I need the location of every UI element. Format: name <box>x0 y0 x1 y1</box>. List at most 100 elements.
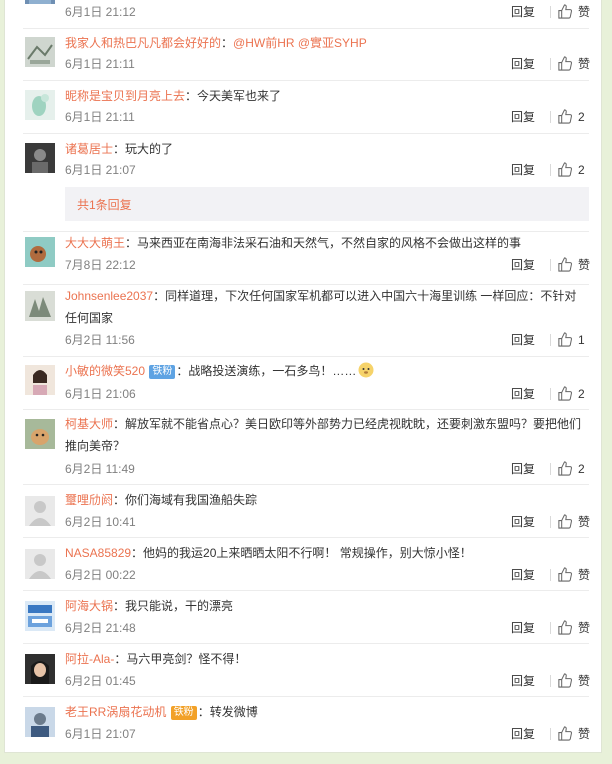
reply-button[interactable]: 回复 <box>511 460 535 478</box>
like-button[interactable]: 2 <box>557 460 591 478</box>
like-button[interactable]: 赞 <box>557 566 591 584</box>
avatar[interactable] <box>25 365 55 395</box>
reply-button[interactable]: 回复 <box>511 513 535 531</box>
like-button[interactable]: 赞 <box>557 672 591 690</box>
like-button[interactable]: 赞 <box>557 256 591 274</box>
comment-panel: 6月1日 21:12 回复 赞 我家人和热巴凡凡都会好好的：@HW前HR @實亚… <box>4 0 602 753</box>
avatar[interactable] <box>25 90 55 120</box>
reply-button[interactable]: 回复 <box>511 256 535 274</box>
reply-button[interactable]: 回复 <box>511 672 535 690</box>
comment-text: 阿海大锅：我只能说，干的漂亮 <box>65 595 585 617</box>
comment-time: 6月1日 21:12 <box>65 5 136 19</box>
comment-row: 璽哩劤阏：你们海域有我国渔船失踪 6月2日 10:41 回复 赞 <box>23 485 591 538</box>
avatar[interactable] <box>25 143 55 173</box>
reply-button[interactable]: 回复 <box>511 108 535 126</box>
reply-button[interactable]: 回复 <box>511 161 535 179</box>
divider <box>550 334 551 346</box>
comment-meta: 6月1日 21:06 回复 2 <box>65 385 589 403</box>
comment-text: 我家人和热巴凡凡都会好好的：@HW前HR @實亚SYHP <box>65 32 585 54</box>
comment-body: ：今天美军也来了 <box>185 89 282 103</box>
comment-meta: 6月1日 21:07 回复 2 <box>65 161 589 179</box>
like-button[interactable]: 2 <box>557 108 591 126</box>
comment-username[interactable]: 老王RR涡扇花动机 <box>65 705 166 719</box>
reply-button[interactable]: 回复 <box>511 3 535 21</box>
comment-username[interactable]: 柯基大师 <box>65 417 113 431</box>
avatar[interactable] <box>25 0 55 4</box>
comment-username[interactable]: NASA85829 <box>65 546 131 560</box>
comment-username[interactable]: 阿海大锅 <box>65 599 113 613</box>
comment-username[interactable]: 阿拉-Ala- <box>65 652 114 666</box>
comment-body: ：转发微博 <box>197 705 258 719</box>
reply-button[interactable]: 回复 <box>511 566 535 584</box>
divider <box>550 58 551 70</box>
comment-time: 6月2日 10:41 <box>65 515 136 529</box>
avatar[interactable] <box>25 496 55 526</box>
like-button[interactable]: 赞 <box>557 55 591 73</box>
comment-username[interactable]: 诸葛居士 <box>65 142 113 156</box>
like-label: 赞 <box>578 727 591 741</box>
comment-row: 阿拉-Ala-：马六甲亮剑？怪不得！ 6月2日 01:45 回复 赞 <box>23 644 591 697</box>
comment-row: 老王RR涡扇花动机 铁粉 ：转发微博 6月1日 21:07 回复 赞 <box>23 697 591 749</box>
divider <box>550 675 551 687</box>
thumbs-up-icon <box>558 332 572 347</box>
comment-time: 6月1日 21:07 <box>65 727 136 741</box>
like-button[interactable]: 赞 <box>557 619 591 637</box>
comment-body: ：你们海域有我国渔船失踪 <box>113 493 258 507</box>
comment-colon: ： <box>221 36 234 50</box>
comment-username[interactable]: 大大大萌王 <box>65 236 125 250</box>
reply-button[interactable]: 回复 <box>511 385 535 403</box>
comment-body: ：他妈的我运20上来晒晒太阳不行啊！ 常规操作，别大惊小怪！ <box>131 546 472 560</box>
comment-row: Johnsenlee2037：同样道理，下次任何国家军机都可以进入中国六十海里训… <box>23 285 589 357</box>
comment-username[interactable]: 小敏的微笑520 <box>65 364 145 378</box>
like-count: 2 <box>578 163 585 177</box>
comment-mentions[interactable]: @HW前HR @實亚SYHP <box>233 36 367 50</box>
like-button[interactable]: 2 <box>557 385 591 403</box>
thumbs-up-icon <box>558 4 572 19</box>
avatar[interactable] <box>25 37 55 67</box>
comment-body: ：马来西亚在南海非法采石油和天然气，不然自家的风格不会做出这样的事 <box>125 236 522 250</box>
like-count: 2 <box>578 110 585 124</box>
avatar[interactable] <box>25 549 55 579</box>
comment-time: 6月2日 11:56 <box>65 333 135 347</box>
comment-row: 小敏的微笑520 铁粉 ：战略投送演练，一石多鸟！…… 6月1日 21:06 回复… <box>23 357 589 410</box>
like-button[interactable]: 2 <box>557 161 591 179</box>
reply-button[interactable]: 回复 <box>511 55 535 73</box>
comment-username[interactable]: 璽哩劤阏 <box>65 493 113 507</box>
avatar[interactable] <box>25 707 55 737</box>
avatar[interactable] <box>25 654 55 684</box>
comment-username[interactable]: 我家人和热巴凡凡都会好好的 <box>65 36 221 50</box>
like-label: 赞 <box>578 621 591 635</box>
thumbs-up-icon <box>558 257 572 272</box>
reply-button[interactable]: 回复 <box>511 331 535 349</box>
comment-body: ：解放军就不能省点心？美日欧印等外部势力已经虎视眈眈，还要刺激东盟吗？要把他们推… <box>65 417 582 453</box>
avatar[interactable] <box>25 601 55 631</box>
reply-button[interactable]: 回复 <box>511 619 535 637</box>
comment-time: 6月1日 21:07 <box>65 163 136 177</box>
comment-meta: 6月2日 21:48 回复 赞 <box>65 619 591 637</box>
sub-replies-count[interactable]: 共1条回复 <box>77 196 132 213</box>
comment-time: 6月2日 00:22 <box>65 568 136 582</box>
like-button[interactable]: 1 <box>557 331 591 349</box>
comment-time: 6月2日 11:49 <box>65 462 135 476</box>
comment-username[interactable]: Johnsenlee2037 <box>65 289 153 303</box>
comment-row: 我家人和热巴凡凡都会好好的：@HW前HR @實亚SYHP 6月1日 21:11 … <box>23 28 591 81</box>
comment-meta: 6月1日 21:07 回复 赞 <box>65 725 591 743</box>
comment-text: 小敏的微笑520 铁粉 ：战略投送演练，一石多鸟！…… <box>65 360 585 382</box>
sub-replies-toggle[interactable]: 共1条回复 <box>65 187 589 221</box>
like-count: 2 <box>578 387 585 401</box>
comment-username[interactable]: 昵称是宝贝到月亮上去 <box>65 89 185 103</box>
comment-row: 柯基大师：解放军就不能省点心？美日欧印等外部势力已经虎视眈眈，还要刺激东盟吗？要… <box>23 410 589 485</box>
avatar[interactable] <box>25 419 55 449</box>
like-button[interactable]: 赞 <box>557 513 591 531</box>
comment-time: 6月1日 21:11 <box>65 57 135 71</box>
like-button[interactable]: 赞 <box>557 725 591 743</box>
like-button[interactable]: 赞 <box>557 3 591 21</box>
divider <box>550 728 551 740</box>
divider <box>550 569 551 581</box>
avatar[interactable] <box>25 291 55 321</box>
reply-button[interactable]: 回复 <box>511 725 535 743</box>
comment-row: 昵称是宝贝到月亮上去：今天美军也来了 6月1日 21:11 回复 2 <box>23 81 589 134</box>
like-label: 赞 <box>578 674 591 688</box>
thumbs-up-icon <box>558 162 572 177</box>
avatar[interactable] <box>25 237 55 267</box>
